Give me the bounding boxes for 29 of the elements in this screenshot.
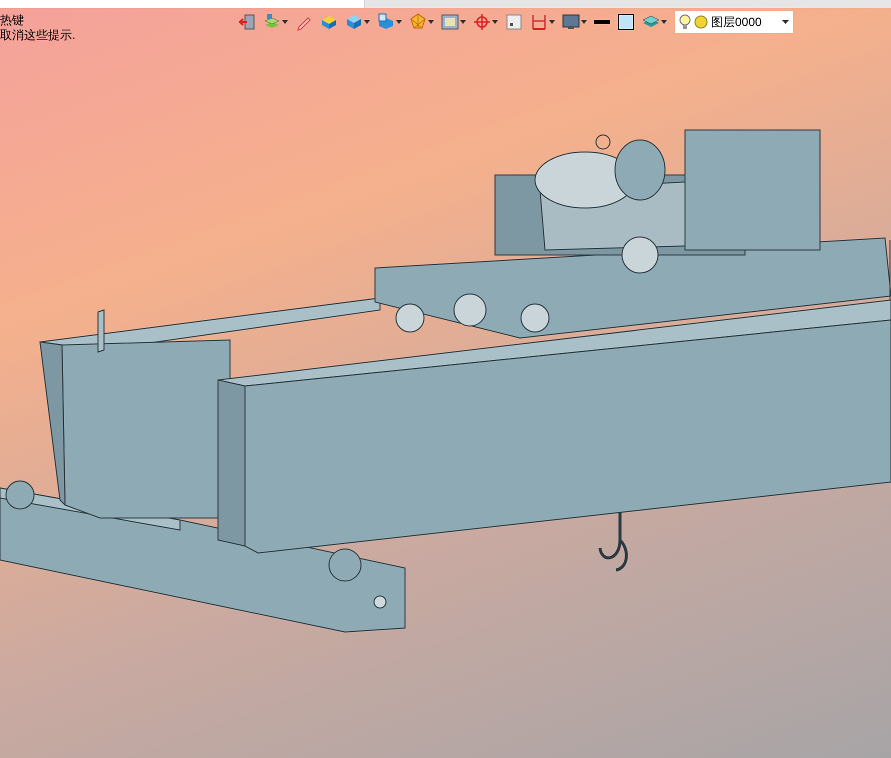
cube-icon <box>345 13 363 31</box>
hint-text: 热键 <box>0 13 25 28</box>
caret-icon <box>282 20 288 24</box>
caret-icon <box>428 20 434 24</box>
hint-text: 取消这些提示. <box>0 28 76 43</box>
box-icon <box>320 13 338 31</box>
caret-icon <box>460 20 466 24</box>
layers-icon <box>263 13 281 31</box>
caret-icon <box>492 20 498 24</box>
monitor-icon <box>562 13 580 31</box>
frame-icon <box>505 13 523 31</box>
toolbar-button[interactable] <box>615 11 637 33</box>
caret-icon <box>396 20 402 24</box>
polygon-icon <box>409 13 427 31</box>
dimension-icon <box>530 13 548 31</box>
line-weight-icon <box>594 20 610 24</box>
sun-icon <box>694 15 708 29</box>
crosshair-icon <box>473 13 491 31</box>
layer-dropdown[interactable]: 图层0000 <box>675 11 793 33</box>
layer-name: 图层0000 <box>711 14 762 31</box>
color-swatch-icon <box>617 13 635 31</box>
cube-icon <box>377 13 395 31</box>
picture-frame-icon <box>441 13 459 31</box>
caret-icon <box>581 20 587 24</box>
caret-icon <box>661 20 667 24</box>
caret-icon <box>782 20 789 24</box>
exit-door-icon <box>238 13 256 31</box>
caret-icon <box>364 20 370 24</box>
caret-icon <box>549 20 555 24</box>
